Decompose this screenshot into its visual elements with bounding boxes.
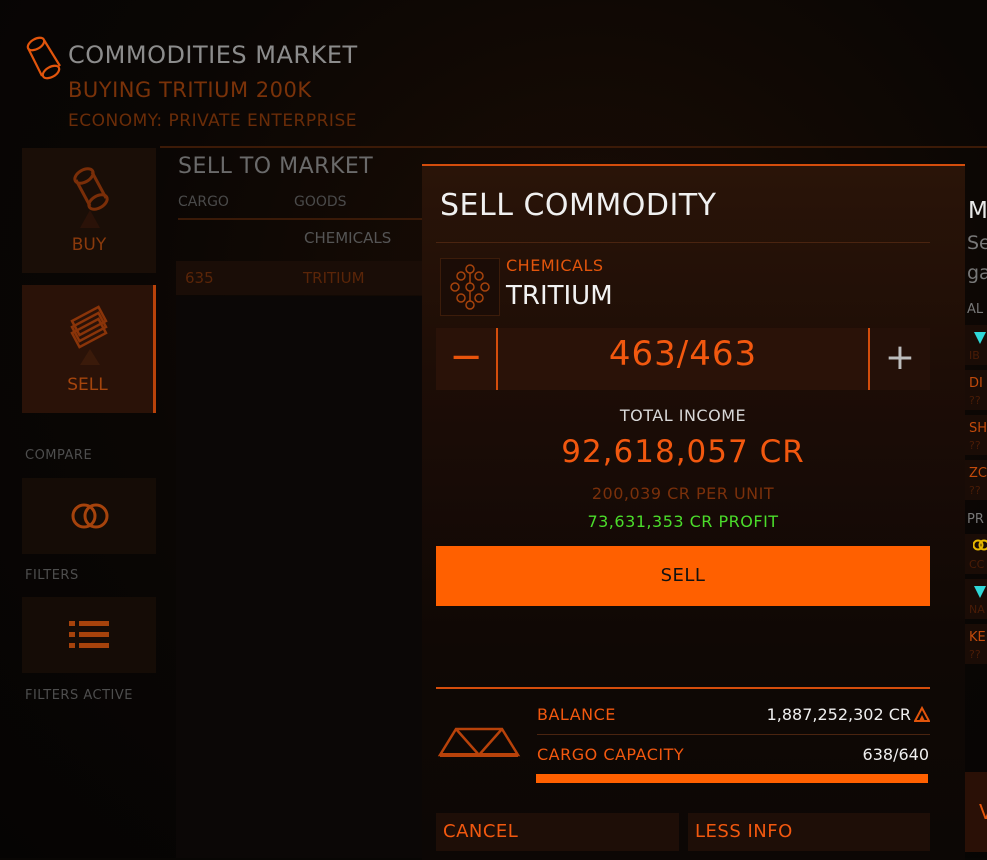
increase-quantity-button[interactable]: + — [868, 328, 930, 390]
list-item-sub: ?? — [969, 648, 981, 661]
buy-label: BUY — [22, 235, 156, 255]
right-panel-line1: Se — [967, 232, 987, 254]
filters-active-caption: FILTERS ACTIVE — [25, 688, 133, 703]
decrease-quantity-button[interactable]: − — [436, 328, 498, 390]
commodity-name: TRITIUM — [506, 281, 613, 311]
compare-button[interactable] — [22, 478, 156, 554]
profit-value: 73,631,353 CR PROFIT — [436, 512, 930, 531]
balance-label: BALANCE — [537, 705, 616, 724]
sell-credits-icon — [68, 303, 112, 365]
list-item-sub: ?? — [969, 484, 981, 497]
list-item-sub: ?? — [969, 439, 981, 452]
list-item-name: KE — [969, 630, 986, 645]
list-item[interactable]: NA — [965, 579, 987, 619]
compare-caption: COMPARE — [25, 448, 92, 463]
market-category: CHEMICALS — [304, 229, 391, 247]
market-title: SELL TO MARKET — [178, 154, 373, 179]
rings-icon — [973, 538, 987, 552]
list-item-name: SH — [969, 421, 987, 436]
filters-caption: FILTERS — [25, 568, 79, 583]
commodity-category: CHEMICALS — [506, 256, 604, 275]
list-item-sub: ?? — [969, 394, 981, 407]
goods-column-header[interactable]: GOODS — [294, 194, 347, 210]
list-item[interactable]: SH ?? — [965, 415, 987, 455]
list-item[interactable]: ZC ?? — [965, 460, 987, 500]
sell-button[interactable]: SELL — [436, 546, 930, 606]
header-divider — [160, 146, 987, 148]
right-panel-bottom-label: V — [979, 800, 987, 824]
cargo-capacity-label: CARGO CAPACITY — [537, 745, 684, 764]
price-per-unit: 200,039 CR PER UNIT — [436, 484, 930, 503]
cargo-capacity-value: 638/640 — [863, 745, 929, 764]
cargo-capacity-bar — [536, 774, 928, 783]
list-item-sub: IB — [969, 349, 980, 362]
market-list-background — [176, 296, 424, 858]
market-canister-icon — [24, 36, 64, 80]
summary-divider — [436, 687, 930, 689]
market-header-divider — [178, 218, 424, 220]
filters-button[interactable] — [22, 597, 156, 673]
station-subtitle: BUYING TRITIUM 200K — [68, 78, 312, 102]
balance-divider — [537, 734, 930, 735]
right-panel-caption2: PR — [967, 512, 984, 527]
list-item[interactable]: KE ?? — [965, 624, 987, 664]
table-row[interactable]: 635 TRITIUM — [176, 261, 424, 295]
list-item-sub: NA — [969, 603, 985, 616]
buy-tab-button[interactable]: BUY — [22, 148, 156, 273]
page-title: COMMODITIES MARKET — [68, 41, 358, 69]
buy-canister-icon — [68, 166, 112, 228]
less-info-button[interactable]: LESS INFO — [688, 813, 930, 851]
list-item[interactable]: IB — [965, 325, 987, 365]
balance-value: 1,887,252,302 CR — [767, 705, 911, 724]
list-item-sub: CC — [969, 558, 984, 571]
total-income-label: TOTAL INCOME — [436, 406, 930, 425]
cancel-button[interactable]: CANCEL — [436, 813, 679, 851]
cargo-column-header[interactable]: CARGO — [178, 194, 229, 210]
list-item-name: ZC — [969, 466, 987, 481]
right-panel-line2: ga — [967, 262, 987, 284]
quantity-stepper[interactable]: − 463/463 + — [436, 328, 930, 390]
row-cargo: 635 — [185, 269, 214, 287]
molecule-icon — [440, 258, 500, 316]
list-item-name: DI — [969, 376, 983, 391]
dialog-title: SELL COMMODITY — [440, 188, 717, 223]
diamond-icon — [973, 583, 987, 599]
dialog-title-divider — [436, 242, 930, 243]
row-goods: TRITIUM — [303, 269, 365, 287]
total-income-value: 92,618,057 CR — [436, 434, 930, 470]
ship-icon — [436, 721, 522, 761]
quantity-value[interactable]: 463/463 — [498, 334, 868, 374]
sell-tab-button[interactable]: SELL — [22, 285, 156, 413]
compare-rings-icon — [70, 498, 110, 534]
list-item[interactable]: CC — [965, 534, 987, 574]
filters-list-icon — [69, 619, 111, 651]
list-item[interactable]: DI ?? — [965, 370, 987, 410]
right-panel-caption1: AL — [967, 302, 983, 317]
rank-icon — [914, 706, 930, 722]
sell-label: SELL — [22, 375, 153, 395]
diamond-icon — [973, 329, 987, 345]
right-panel-heading: M — [968, 198, 987, 224]
sell-commodity-dialog: SELL COMMODITY CHEMICALS TRITIUM − 463/4… — [422, 164, 965, 860]
economy-label: ECONOMY: PRIVATE ENTERPRISE — [68, 111, 357, 131]
